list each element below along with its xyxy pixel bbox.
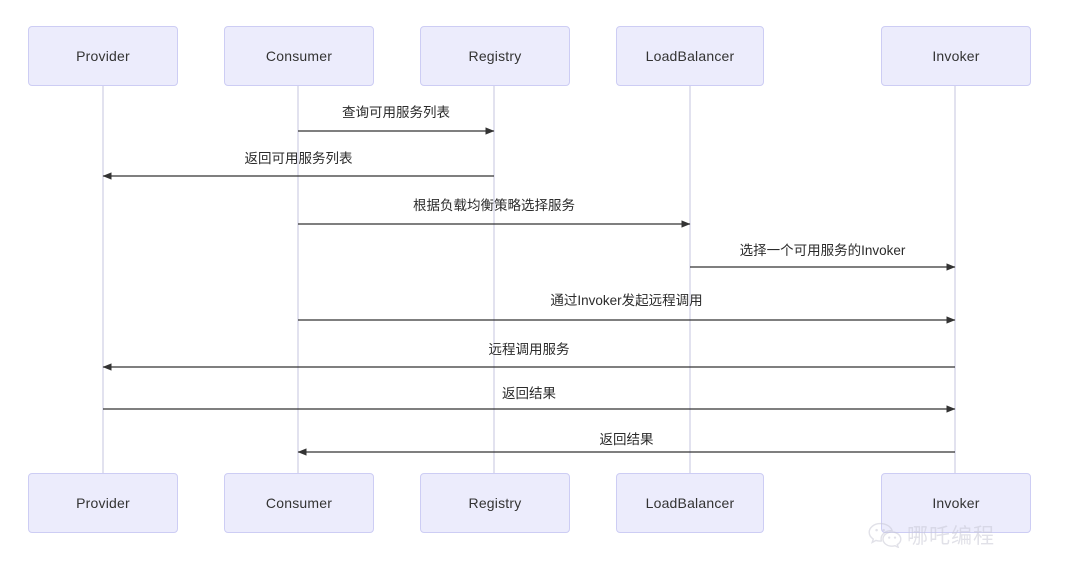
message-label-m2: 返回可用服务列表 — [244, 151, 353, 166]
actor-label-registry-top: Registry — [468, 48, 522, 64]
actor-label-loadbalancer-bottom: LoadBalancer — [645, 495, 735, 511]
actor-box-registry-top[interactable]: Registry — [420, 26, 570, 86]
actor-box-consumer-top[interactable]: Consumer — [224, 26, 374, 86]
message-label-m5: 通过Invoker发起远程调用 — [550, 293, 703, 308]
actor-label-invoker-top: Invoker — [932, 48, 980, 64]
actor-box-invoker-bottom[interactable]: Invoker — [881, 473, 1031, 533]
actor-box-loadbalancer-bottom[interactable]: LoadBalancer — [616, 473, 764, 533]
actor-box-provider-top[interactable]: Provider — [28, 26, 178, 86]
actor-label-consumer-top: Consumer — [265, 48, 333, 64]
actor-label-provider-bottom: Provider — [76, 495, 130, 511]
actor-box-loadbalancer-top[interactable]: LoadBalancer — [616, 26, 764, 86]
actor-box-registry-bottom[interactable]: Registry — [420, 473, 570, 533]
actor-label-consumer-bottom: Consumer — [265, 495, 333, 511]
message-label-m6: 远程调用服务 — [488, 342, 570, 357]
actor-label-invoker-bottom: Invoker — [932, 495, 980, 511]
message-label-m7: 返回结果 — [502, 386, 556, 401]
actor-label-loadbalancer-top: LoadBalancer — [645, 48, 735, 64]
actor-box-consumer-bottom[interactable]: Consumer — [224, 473, 374, 533]
actor-box-provider-bottom[interactable]: Provider — [28, 473, 178, 533]
actor-box-invoker-top[interactable]: Invoker — [881, 26, 1031, 86]
message-label-m8: 返回结果 — [599, 432, 654, 447]
lifeline-group — [102, 86, 956, 473]
actor-label-provider-top: Provider — [76, 48, 130, 64]
message-label-m3: 根据负载均衡策略选择服务 — [413, 198, 575, 213]
sequence-diagram: Provider Provider Consumer Consumer Registry… — [0, 0, 1080, 580]
actor-label-registry-bottom: Registry — [468, 495, 522, 511]
message-label-m4: 选择一个可用服务的Invoker — [739, 243, 906, 258]
message-label-m1: 查询可用服务列表 — [342, 105, 450, 120]
message-arrow-group — [102, 127, 956, 456]
